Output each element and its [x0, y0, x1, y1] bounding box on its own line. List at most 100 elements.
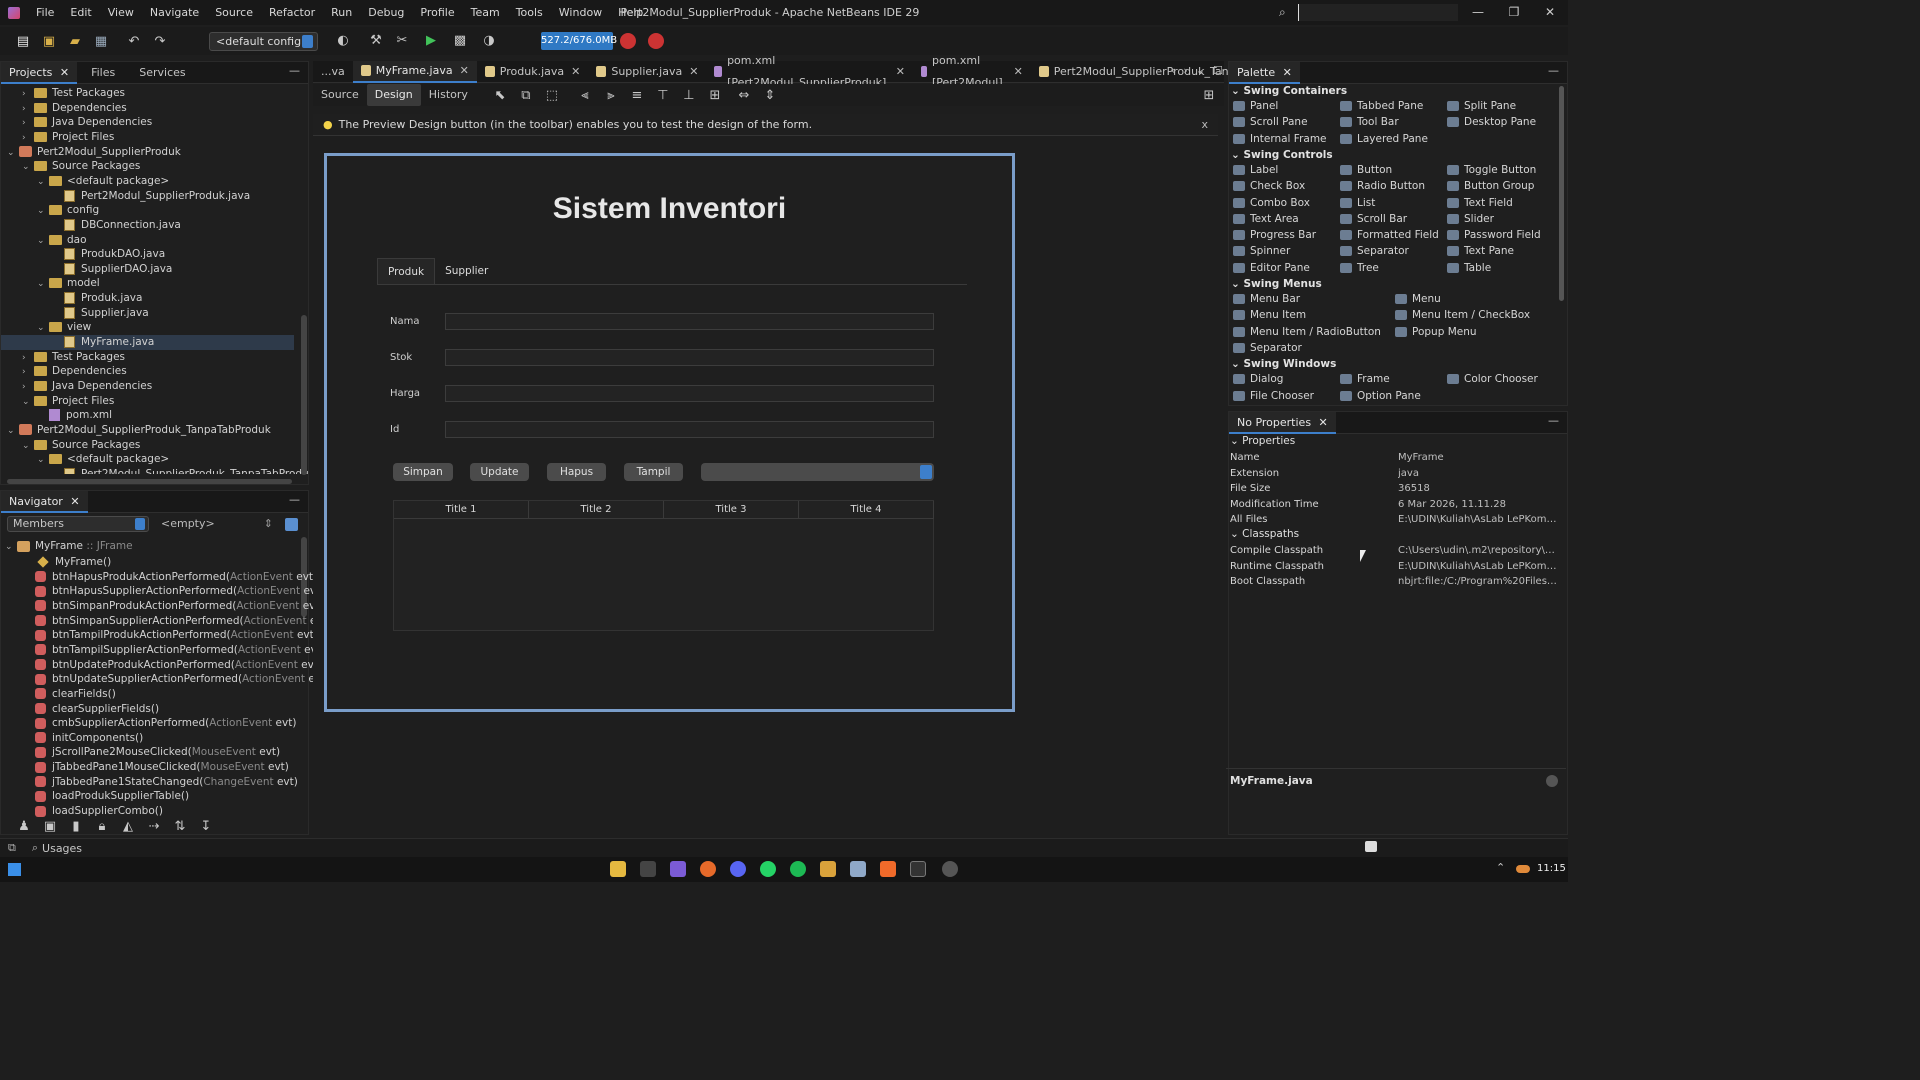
spotify-icon[interactable]: [790, 861, 806, 877]
navigator-member[interactable]: initComponents(): [35, 731, 143, 746]
property-value[interactable]: MyFrame: [1398, 450, 1558, 465]
palette-item[interactable]: Menu Item / RadioButton: [1233, 326, 1381, 338]
editor-tab[interactable]: Produk.java ✕: [477, 61, 589, 83]
undo-icon[interactable]: ↶: [124, 32, 144, 50]
minimize-button[interactable]: —: [1460, 0, 1496, 25]
clean-build-icon[interactable]: ✂: [392, 31, 412, 49]
stack-icon[interactable]: [820, 861, 836, 877]
field-input[interactable]: [445, 313, 934, 330]
menu-item[interactable]: File: [28, 0, 62, 25]
tray-chevron-icon[interactable]: ⌃: [1496, 861, 1505, 874]
clock[interactable]: 11:15: [1537, 863, 1566, 874]
navigator-member[interactable]: btnSimpanSupplierActionPerformed(ActionE…: [35, 614, 331, 629]
navigator-member[interactable]: jTabbedPane1StateChanged(ChangeEvent evt…: [35, 775, 298, 790]
form-button[interactable]: Tampil: [624, 463, 683, 481]
close-tab-icon[interactable]: ✕: [460, 60, 469, 82]
palette-item[interactable]: Scroll Bar: [1340, 213, 1407, 225]
palette-item[interactable]: List: [1340, 197, 1375, 209]
show-inherited-icon[interactable]: ♟: [14, 817, 34, 835]
file-explorer-icon[interactable]: [610, 861, 626, 877]
show-static-icon[interactable]: ▮: [66, 817, 86, 835]
palette-item[interactable]: Layered Pane: [1340, 133, 1428, 145]
new-file-icon[interactable]: ▤: [13, 32, 33, 50]
chevron-down-icon[interactable]: ⌄: [37, 204, 49, 219]
palette-item[interactable]: Menu Item: [1233, 309, 1306, 321]
navigator-root[interactable]: ⌄ MyFrame :: JFrame: [5, 539, 133, 554]
palette-item[interactable]: Text Pane: [1447, 245, 1514, 257]
palette-item[interactable]: Editor Pane: [1233, 262, 1310, 274]
field-input[interactable]: [445, 349, 934, 366]
tree-node[interactable]: ⌄ Project Files: [22, 394, 114, 409]
close-hint-button[interactable]: x: [1201, 114, 1208, 136]
align-top-icon[interactable]: ⊤: [653, 86, 673, 104]
menu-item[interactable]: Debug: [360, 0, 412, 25]
navigator-member[interactable]: btnHapusSupplierActionPerformed(ActionEv…: [35, 584, 324, 599]
tree-node[interactable]: › Project Files: [22, 130, 114, 145]
palette-item[interactable]: File Chooser: [1233, 390, 1314, 402]
editor-tab[interactable]: pom.xml [Pert2Modul_SupplierProduk] ✕: [706, 54, 912, 89]
close-icon[interactable]: ✕: [60, 66, 69, 79]
palette-item[interactable]: Desktop Pane: [1447, 116, 1536, 128]
chevron-right-icon[interactable]: ›: [22, 87, 34, 102]
tree-node[interactable]: ⌄ Pert2Modul_SupplierProduk_TanpaTabProdu…: [7, 423, 271, 438]
sort-source-icon[interactable]: ↧: [196, 817, 216, 835]
data-table[interactable]: Title 1 Title 2 Title 3 Title 4: [393, 500, 934, 631]
navigator-member[interactable]: loadProdukSupplierTable(): [35, 789, 189, 804]
menu-item[interactable]: Edit: [62, 0, 99, 25]
property-value[interactable]: E:\UDIN\Kuliah\AsLab LePKom\B...: [1398, 512, 1558, 527]
close-tab-icon[interactable]: ✕: [571, 61, 580, 83]
menu-item[interactable]: Team: [463, 0, 508, 25]
close-icon[interactable]: ✕: [1283, 66, 1292, 79]
tree-node[interactable]: ⌄ model: [37, 276, 100, 291]
menu-item[interactable]: Run: [323, 0, 360, 25]
palette-item[interactable]: Spinner: [1233, 245, 1290, 257]
property-value[interactable]: 36518: [1398, 481, 1558, 496]
tree-node[interactable]: › Java Dependencies: [22, 115, 152, 130]
tree-node[interactable]: ⌄ <default package>: [37, 174, 169, 189]
chevron-right-icon[interactable]: ›: [1183, 64, 1187, 77]
minimize-panel-icon[interactable]: —: [289, 493, 300, 506]
palette-item[interactable]: Separator: [1233, 342, 1302, 354]
table-column-header[interactable]: Title 2: [529, 501, 664, 519]
tree-hscrollbar[interactable]: [7, 479, 292, 484]
netbeans-icon[interactable]: [850, 861, 866, 877]
palette-item[interactable]: Text Area: [1233, 213, 1299, 225]
tree-node[interactable]: ⌄ config: [37, 203, 99, 218]
debug-icon[interactable]: ▩: [450, 31, 470, 49]
tab-navigator[interactable]: Navigator ✕: [1, 490, 88, 513]
property-row[interactable]: All Files E:\UDIN\Kuliah\AsLab LePKom\B..…: [1230, 512, 1560, 527]
minimize-panel-icon[interactable]: —: [289, 64, 300, 77]
palette-item[interactable]: Check Box: [1233, 180, 1305, 192]
property-row[interactable]: File Size 36518: [1230, 481, 1560, 496]
chevron-down-icon[interactable]: ⌄: [37, 453, 49, 468]
chevron-down-icon[interactable]: ⌄: [1196, 64, 1205, 77]
tree-node[interactable]: ⌄ Source Packages: [22, 159, 140, 174]
navigator-member[interactable]: btnHapusProdukActionPerformed(ActionEven…: [35, 570, 317, 585]
form-button[interactable]: Simpan: [393, 463, 453, 481]
editor-tab[interactable]: ...va: [313, 61, 353, 83]
property-value[interactable]: java: [1398, 466, 1558, 481]
tab-design[interactable]: Design: [366, 84, 421, 106]
palette-item[interactable]: Formatted Field: [1340, 229, 1439, 241]
chevron-right-icon[interactable]: ›: [22, 351, 34, 366]
tab-source[interactable]: Source: [313, 84, 367, 106]
show-fqn-icon[interactable]: ⇢: [144, 817, 164, 835]
whatsapp-icon[interactable]: [760, 861, 776, 877]
tree-node[interactable]: › Test Packages: [22, 350, 125, 365]
palette-item[interactable]: Button Group: [1447, 180, 1534, 192]
palette-item[interactable]: Radio Button: [1340, 180, 1425, 192]
palette-section-header[interactable]: ⌄ Swing Containers: [1231, 85, 1347, 97]
form-button[interactable]: Hapus: [547, 463, 606, 481]
property-value[interactable]: 6 Mar 2026, 11.11.28: [1398, 497, 1558, 512]
chevron-down-icon[interactable]: ⌄: [37, 277, 49, 292]
palette-item[interactable]: Button: [1340, 164, 1392, 176]
navigator-member[interactable]: clearSupplierFields(): [35, 702, 159, 717]
xampp-icon[interactable]: [880, 861, 896, 877]
palette-item[interactable]: Tool Bar: [1340, 116, 1399, 128]
property-row[interactable]: Name MyFrame: [1230, 450, 1560, 465]
navigator-member[interactable]: MyFrame(): [37, 555, 111, 570]
form-tabbed-pane[interactable]: Produk Supplier: [377, 258, 498, 284]
weather-icon[interactable]: [1516, 865, 1530, 873]
classpaths-section-header[interactable]: ⌄ Classpaths: [1230, 528, 1299, 540]
new-project-icon[interactable]: ▣: [39, 32, 59, 50]
